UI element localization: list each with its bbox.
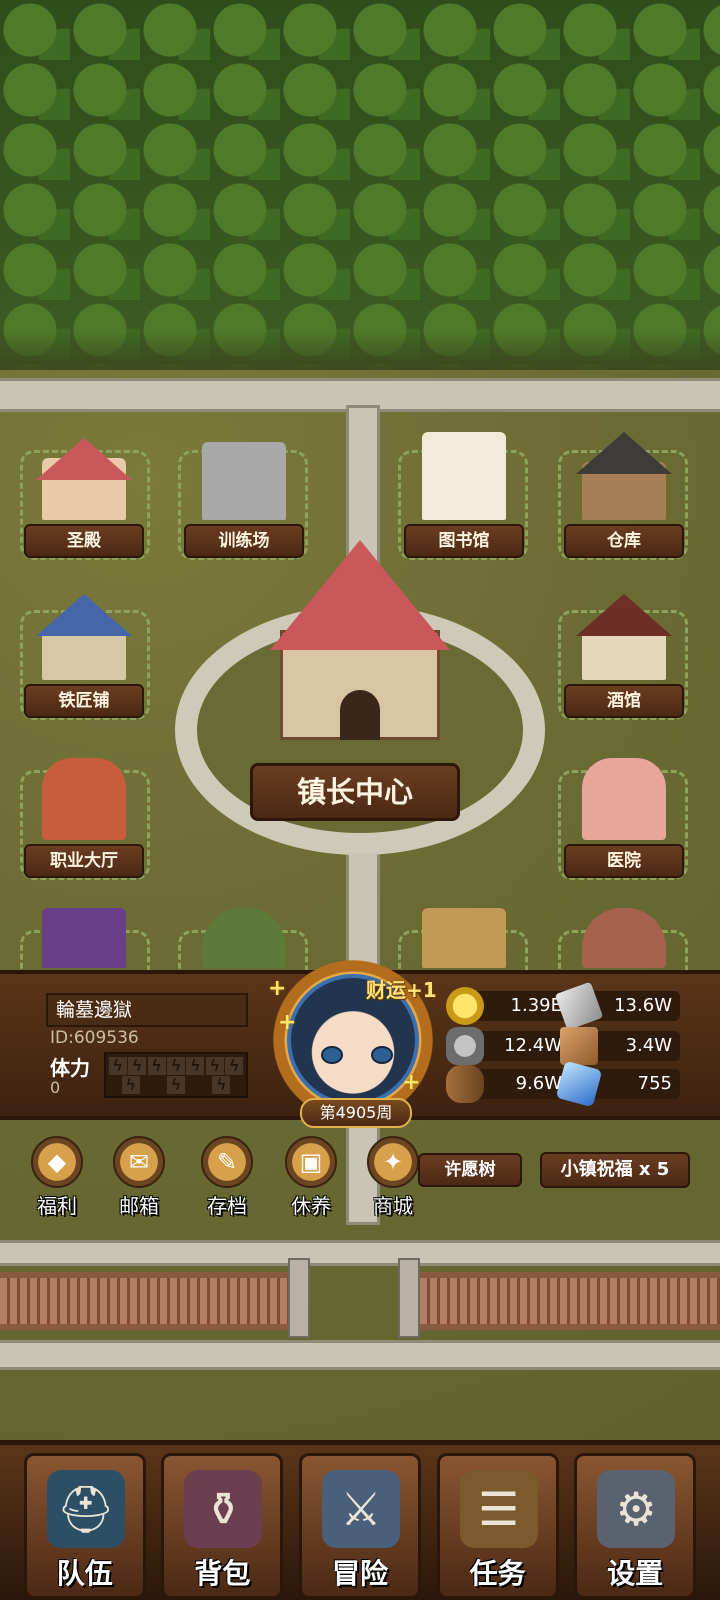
mail-icon: ✉ [113,1136,165,1188]
stone-icon [446,1027,484,1065]
lightning-icon: ϟ [186,1056,205,1075]
bottom-nav: ⛑ 队伍 ⚱ 背包 ⚔ 冒险 ☰ 任务 ⚙ 设置 [0,1440,720,1600]
stamina-label: 体力 [50,1056,90,1080]
wood-log-icon [446,1065,484,1103]
church-icon [422,908,506,968]
lightning-icon: ϟ [121,1075,140,1094]
mailbox-button[interactable]: ✉ 邮箱 [104,1136,174,1226]
building-training-ground[interactable]: 训练场 [184,428,304,558]
lightning-icon: ϟ [166,1056,185,1075]
tower-icon [202,908,286,968]
building-blacksmith[interactable]: 铁匠铺 [24,588,144,718]
building-label: 职业大厅 [24,844,144,878]
fence [0,1272,300,1330]
lightning-icon: ϟ [212,1075,231,1094]
lightning-icon: ϟ [225,1056,244,1075]
fence [400,1272,720,1330]
building-label: 铁匠铺 [24,684,144,718]
building-library[interactable]: 图书馆 [404,428,524,558]
building-label: 医院 [564,844,684,878]
lightning-icon: ϟ [108,1056,127,1075]
player-id: ID:609536 [50,1028,139,1048]
building-tavern[interactable]: 酒馆 [564,588,684,718]
fortune-badge: 财运+1 [366,978,437,1002]
scroll-icon: ✎ [201,1136,253,1188]
nav-bag-button[interactable]: ⚱ 背包 [161,1453,284,1599]
cloth-icon [560,1027,598,1065]
lightning-icon: ϟ [166,1075,185,1094]
week-counter: 第4905周 [300,1098,412,1128]
lightning-icon: ϟ [205,1056,224,1075]
gate-post [398,1258,420,1338]
quest-scroll-icon: ☰ [459,1470,538,1548]
building-label: 仓库 [564,524,684,558]
building-warehouse[interactable]: 仓库 [564,428,684,558]
building-label: 圣殿 [24,524,144,558]
helmet-icon: ⛑ [46,1470,125,1548]
gate-post [288,1258,310,1338]
gold-coin-icon [446,987,484,1025]
wish-tree-button[interactable]: 许愿树 [418,1153,522,1187]
arena-icon [582,908,666,968]
sparkle-icon: + [402,1070,421,1095]
town-center-label[interactable]: 镇长中心 [250,763,460,821]
town-map: 圣殿 训练场 图书馆 仓库 铁匠铺 酒馆 职业大厅 医院 镇长中心 [0,0,720,1600]
welfare-button[interactable]: ◆ 福利 [22,1136,92,1226]
sparkle-icon: + [278,1010,297,1035]
eye [321,1046,343,1064]
town-center-roof [270,540,450,650]
road [0,1240,720,1266]
road [0,1340,720,1370]
lightning-icon: ϟ [147,1056,166,1075]
stamina-bar: ϟ ϟ ϟ ϟ ϟ ϟ ϟ ϟ ϟ ϟ [104,1052,248,1098]
forest-background [0,0,720,370]
building-job-hall[interactable]: 职业大厅 [24,748,144,878]
building-hospital[interactable]: 医院 [564,748,684,878]
building-label: 酒馆 [564,684,684,718]
stamina-value: 0 [50,1078,61,1097]
job-hall-icon [42,758,126,840]
shop-bag-icon: ✦ [367,1136,419,1188]
chest-icon: ▣ [285,1136,337,1188]
lightning-icon: ϟ [128,1056,147,1075]
town-center-building[interactable] [240,540,480,760]
nav-quest-button[interactable]: ☰ 任务 [436,1453,559,1599]
player-name: 輪墓邊獄 [46,993,248,1027]
hospital-icon [582,758,666,840]
gear-icon: ⚙ [597,1470,676,1548]
nav-team-button[interactable]: ⛑ 队伍 [23,1453,146,1599]
eye [371,1046,393,1064]
building-temple[interactable]: 圣殿 [24,428,144,558]
crossed-swords-icon: ⚔ [321,1470,400,1548]
training-ground-icon [202,442,286,520]
library-book-icon [422,432,506,520]
door-icon [340,690,380,740]
sparkle-icon: + [268,976,287,1001]
rest-button[interactable]: ▣ 休养 [276,1136,346,1226]
nav-settings-button[interactable]: ⚙ 设置 [574,1453,697,1599]
town-blessing-button[interactable]: 小镇祝福 x 5 [540,1152,690,1188]
backpack-icon: ⚱ [184,1470,263,1548]
tent-icon [42,908,126,968]
nav-adventure-button[interactable]: ⚔ 冒险 [298,1453,421,1599]
welfare-shield-icon: ◆ [31,1136,83,1188]
save-button[interactable]: ✎ 存档 [192,1136,262,1226]
